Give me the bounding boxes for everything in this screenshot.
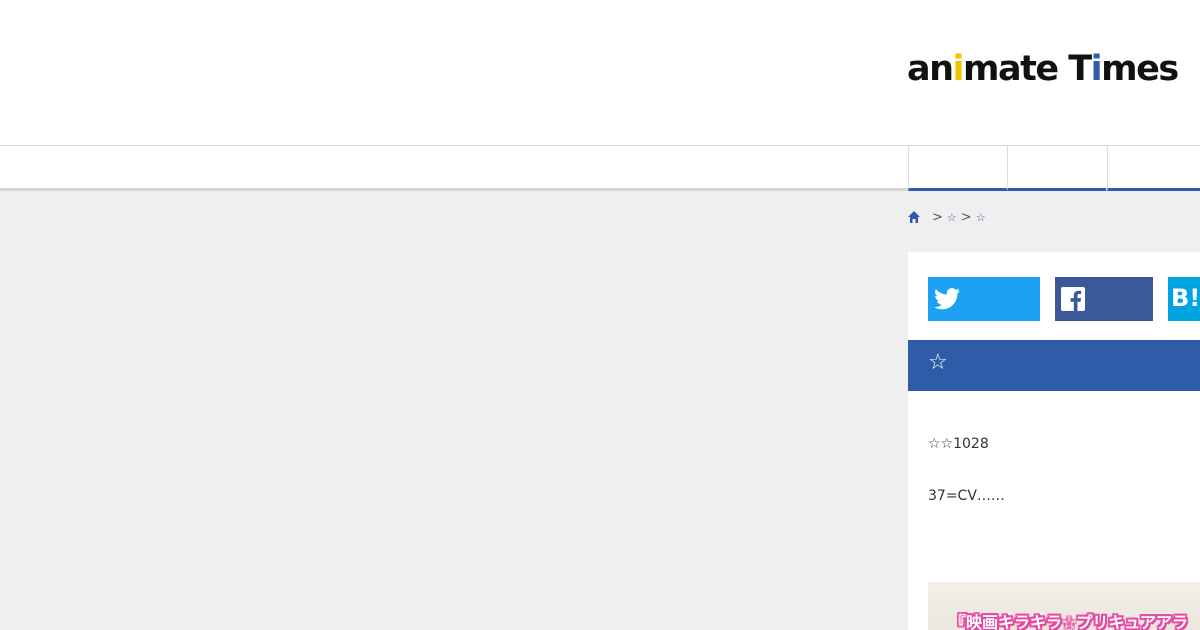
logo-text: i [1090,49,1103,89]
article-paragraph: ☆☆1028 [928,436,989,452]
logo-text: an [907,49,954,89]
logo-text: mate T [963,49,1092,89]
logo-text: i [952,49,965,89]
article-thumbnail[interactable]: 『映画キラキラ☆プリキュアアラ [928,582,1200,630]
breadcrumb: > ☆ > ☆ [907,208,986,226]
article-card: B! ☆ ☆☆1028 37=CV…… 『映画キラキラ☆プリキュアアラ [908,252,1200,630]
nav-tab[interactable] [908,146,1007,191]
hatena-bookmark-label: B! [1171,284,1200,312]
article-paragraph: 37=CV…… [928,488,1005,504]
facebook-icon [1061,287,1085,315]
facebook-share-button[interactable] [1055,277,1153,321]
article-title-bar: ☆ [908,340,1200,391]
breadcrumb-separator: > [932,209,943,225]
global-nav [0,146,1200,191]
logo-text: mes [1101,49,1179,89]
breadcrumb-separator: > [960,209,972,225]
site-logo[interactable]: animate Times [907,49,1179,89]
hatena-bookmark-button[interactable]: B! [1168,277,1200,321]
breadcrumb-item[interactable]: ☆ [976,211,986,224]
site-header: animate Times [0,0,1200,146]
breadcrumb-item[interactable]: ☆ [947,211,957,224]
thumbnail-caption: 『映画キラキラ☆プリキュアアラ [950,613,1189,630]
home-icon[interactable] [907,210,921,224]
twitter-icon [934,287,960,315]
nav-tab[interactable] [1007,146,1106,191]
article-title: ☆ [928,350,948,375]
nav-tab[interactable] [1107,146,1200,191]
twitter-share-button[interactable] [928,277,1040,321]
